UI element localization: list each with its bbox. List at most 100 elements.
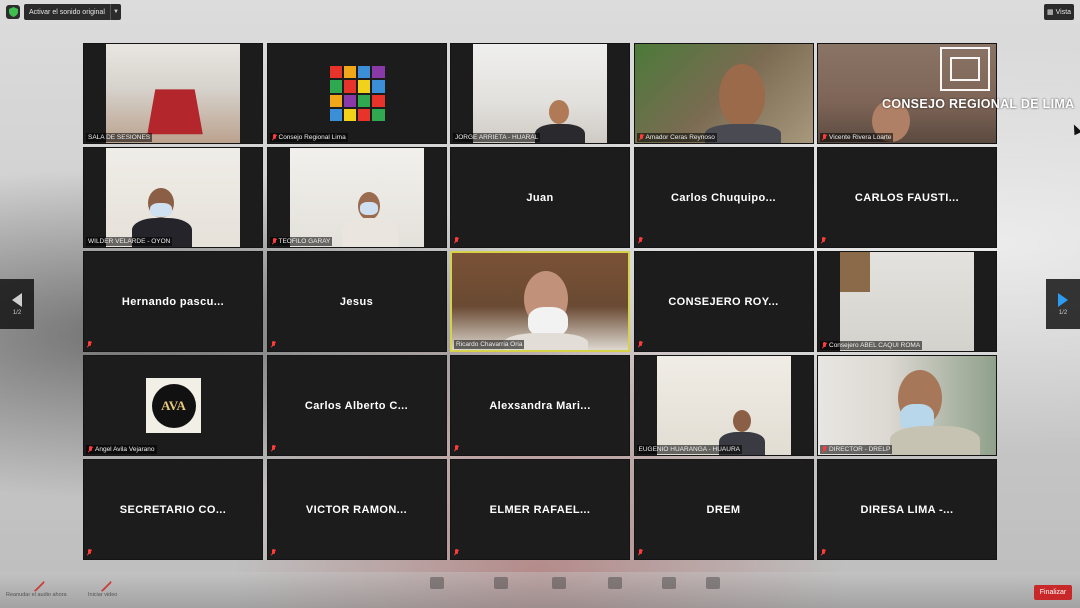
share-screen-icon	[608, 577, 622, 589]
chevron-down-icon[interactable]: ▼	[110, 4, 121, 20]
participant-tile[interactable]: Consejo Regional Lima	[266, 43, 447, 144]
video-feed	[289, 148, 424, 247]
participant-tile[interactable]: ELMER RAFAEL...	[450, 459, 630, 560]
participant-label: WILDER VELARDE - OYON	[86, 237, 173, 246]
participant-tile[interactable]: SECRETARIO CO...	[83, 459, 263, 560]
video-feed	[473, 44, 607, 143]
consejo-logo-icon	[329, 66, 385, 121]
mic-muted-icon	[822, 446, 827, 453]
mic-muted-icon	[271, 549, 276, 556]
participant-tile[interactable]: EUGENIO HUARANGA - HUAURA	[633, 355, 814, 456]
participant-tile[interactable]: Alexsandra Mari...	[450, 355, 630, 456]
participant-tile[interactable]: SALA DE SESIONES	[83, 43, 263, 144]
reactions-button[interactable]	[706, 577, 720, 592]
mic-muted-icon	[821, 549, 826, 556]
participant-tile[interactable]: Hernando pascu...	[83, 251, 263, 352]
chat-button[interactable]	[552, 577, 566, 592]
participant-tile[interactable]: TEOFILO GARAY	[266, 147, 447, 248]
gallery-grid: SALA DE SESIONES Consejo Regional Lima J…	[83, 43, 997, 564]
end-meeting-button[interactable]: Finalizar	[1034, 585, 1072, 600]
active-speaker-tile[interactable]: Ricardo Chavarria Oria	[450, 251, 630, 352]
participant-label: JORGE ARRIETA - HUARAL	[453, 133, 541, 142]
audio-label: Reanudar el audio ahora	[6, 592, 67, 598]
page-indicator-right: 1/2	[1058, 309, 1068, 316]
video-button[interactable]: Iniciar video	[88, 573, 118, 598]
video-feed	[818, 356, 996, 455]
video-label: Iniciar video	[88, 592, 118, 598]
participant-tile[interactable]: DIRECTOR - DRELP	[817, 355, 997, 456]
participant-label: Vicente Rivera Loarte	[820, 133, 894, 142]
participant-name: SECRETARIO CO...	[119, 503, 227, 516]
camera-off-icon	[93, 573, 112, 593]
participant-tile[interactable]: JORGE ARRIETA - HUARAL	[450, 43, 630, 144]
audio-button[interactable]: Reanudar el audio ahora	[6, 573, 67, 598]
original-sound-button[interactable]: Activar el sonido original ▼	[24, 4, 121, 20]
mic-muted-icon	[272, 238, 277, 245]
mic-muted-icon	[87, 549, 92, 556]
mic-muted-icon	[88, 446, 93, 453]
participant-tile[interactable]: Juan	[450, 147, 630, 248]
mic-muted-icon	[454, 445, 459, 452]
participant-tile[interactable]: DIRESA LIMA -...	[817, 459, 997, 560]
reactions-icon	[706, 577, 720, 589]
mic-muted-icon	[822, 134, 827, 141]
participant-label: Consejero ABEL CAQUI ROMA	[820, 341, 923, 350]
next-page-button[interactable]: 1/2	[1046, 279, 1080, 329]
participant-tile[interactable]: Carlos Chuquipo...	[633, 147, 814, 248]
video-feed	[106, 44, 240, 143]
record-button[interactable]	[662, 577, 676, 592]
arrow-left-icon	[12, 292, 22, 307]
participant-name: Carlos Chuquipo...	[671, 191, 776, 204]
grid-icon: ▦	[1046, 9, 1054, 16]
mic-muted-icon	[27, 573, 46, 593]
mic-muted-icon	[638, 341, 643, 348]
participant-tile[interactable]: CONSEJERO ROY...	[633, 251, 814, 352]
mic-muted-icon	[638, 549, 643, 556]
record-icon	[662, 577, 676, 589]
participant-label: SALA DE SESIONES	[86, 133, 153, 142]
mic-muted-icon	[454, 237, 459, 244]
video-feed: AVA	[84, 356, 262, 455]
mic-muted-icon	[454, 549, 459, 556]
participant-tile[interactable]: Carlos Alberto C...	[266, 355, 447, 456]
mic-muted-icon	[821, 237, 826, 244]
participant-name: CONSEJERO ROY...	[668, 295, 779, 308]
participants-button[interactable]	[494, 577, 508, 592]
page-indicator-left: 1/2	[12, 309, 22, 316]
participant-tile[interactable]: WILDER VELARDE - OYON	[83, 147, 263, 248]
mic-muted-icon	[638, 237, 643, 244]
participant-tile[interactable]: Consejero ABEL CAQUI ROMA	[817, 251, 997, 352]
overlay-logo-text: CONSEJO REGIONAL DE LIMA	[882, 97, 1075, 111]
participant-tile[interactable]: CARLOS FAUSTI...	[817, 147, 997, 248]
view-button[interactable]: ▦ Vista	[1044, 4, 1074, 20]
participant-name: Carlos Alberto C...	[304, 399, 409, 412]
participant-name: Jesus	[339, 295, 374, 308]
meeting-controls-bar: Reanudar el audio ahora Iniciar video Fi…	[0, 572, 1080, 608]
top-bar: Activar el sonido original ▼ ▦ Vista	[4, 3, 1076, 21]
video-feed	[106, 148, 240, 247]
prev-page-button[interactable]: 1/2	[0, 279, 34, 329]
participant-label: EUGENIO HUARANGA - HUAURA	[636, 445, 742, 454]
ava-logo: AVA	[146, 378, 201, 433]
participant-name: Hernando pascu...	[121, 295, 225, 308]
video-feed	[267, 44, 446, 143]
video-feed	[452, 253, 628, 350]
participants-icon	[494, 577, 508, 589]
participant-label: Consejo Regional Lima	[269, 133, 348, 142]
participant-label: Ricardo Chavarria Oria	[454, 340, 525, 349]
participant-tile[interactable]: VICTOR RAMON...	[266, 459, 447, 560]
participant-tile[interactable]: AVA Angel Avila Vejarano	[83, 355, 263, 456]
participant-label: Amador Ceras Reynoso	[636, 133, 717, 142]
arrow-right-icon	[1058, 292, 1068, 307]
participant-name: DREM	[706, 503, 741, 516]
video-feed	[634, 44, 813, 143]
participant-name: Alexsandra Mari...	[489, 399, 591, 412]
share-screen-button[interactable]	[608, 577, 622, 592]
participant-tile[interactable]: Amador Ceras Reynoso	[633, 43, 814, 144]
security-icon	[430, 577, 444, 589]
participant-tile[interactable]: DREM	[633, 459, 814, 560]
shield-icon[interactable]	[6, 5, 20, 19]
security-button[interactable]	[430, 577, 444, 592]
participant-name: DIRESA LIMA -...	[860, 503, 954, 516]
participant-tile[interactable]: Jesus	[266, 251, 447, 352]
